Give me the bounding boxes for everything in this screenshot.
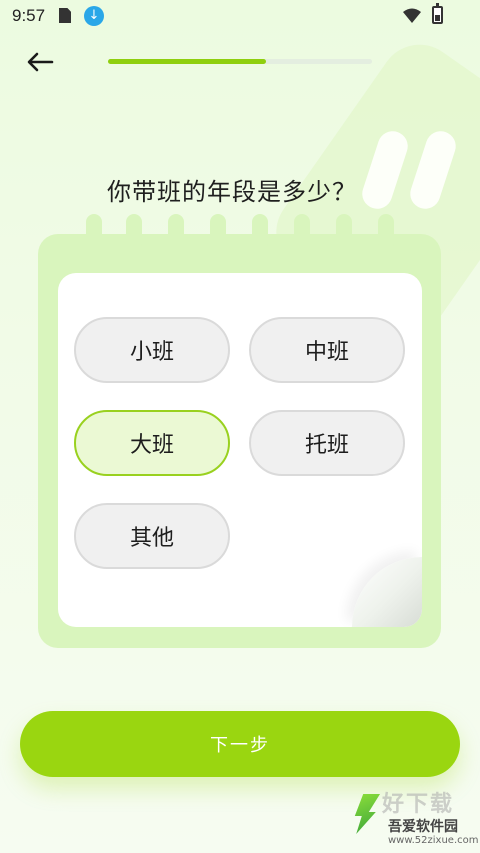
status-time: 9:57 [12,6,46,25]
option-label: 其他 [129,526,174,551]
back-button[interactable] [22,44,58,80]
option-label: 托班 [304,433,349,458]
binder-tab [336,214,352,250]
option-label: 中班 [304,340,349,365]
watermark: 好下载 吾爱软件园 www.52zixue.com [352,786,479,850]
watermark-logo-icon [354,794,380,834]
progress-fill [108,59,267,64]
watermark-url: www.52zixue.com [388,835,479,846]
question-title: 你带班的年段是多少？ [107,178,357,206]
progress-bar [108,59,372,64]
binder-tab [294,214,310,250]
binder-tab [252,214,268,250]
page-curl [352,557,422,627]
option-daban[interactable]: 大班 [74,410,230,476]
binder-tab [168,214,184,250]
option-label: 大班 [129,433,174,458]
download-icon: ↓ [84,6,104,26]
arrow-left-icon [27,52,54,72]
battery-icon [432,3,443,24]
option-qita[interactable]: 其他 [74,503,230,569]
next-button-label: 下一步 [210,735,270,756]
binder-tab [126,214,142,250]
binder-tab [378,214,394,250]
next-button[interactable]: 下一步 [20,711,460,777]
status-bar: 9:57 ↓ [0,0,480,32]
watermark-glyphs: 好下载 [382,792,455,817]
sim-card-icon [59,8,71,23]
option-xiaoban[interactable]: 小班 [74,317,230,383]
watermark-name: 吾爱软件园 [388,819,458,835]
binder-tab [86,214,102,250]
option-label: 小班 [129,340,174,365]
option-tuoban[interactable]: 托班 [249,410,405,476]
wifi-icon [403,8,421,23]
binder-tab [210,214,226,250]
option-zhongban[interactable]: 中班 [249,317,405,383]
